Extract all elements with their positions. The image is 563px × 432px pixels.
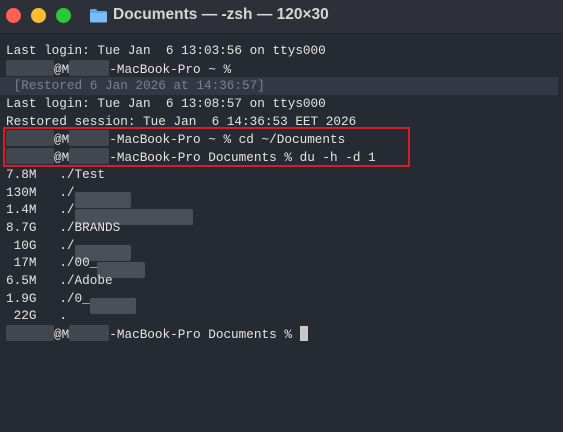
close-icon[interactable] bbox=[6, 8, 21, 23]
current-prompt-text: -MacBook-Pro Documents % bbox=[109, 327, 300, 342]
command-cd-line: @M -MacBook-Pro ~ % cd ~/Documents bbox=[6, 130, 558, 148]
command-du-text: -MacBook-Pro Documents % du -h -d 1 bbox=[109, 150, 376, 166]
redacted-username bbox=[6, 130, 54, 147]
du-row: 1.4M ./ bbox=[6, 201, 558, 226]
command-du-at: @M bbox=[54, 150, 70, 166]
du-path: ./00_ bbox=[59, 255, 98, 271]
du-size: 10G bbox=[6, 237, 37, 253]
du-row: 22G . bbox=[6, 307, 558, 325]
redacted-hostname bbox=[69, 130, 110, 147]
du-row: 17M ./00_ bbox=[6, 254, 558, 279]
current-prompt-line[interactable]: @M -MacBook-Pro Documents % bbox=[6, 325, 558, 343]
terminal-window: Documents — -zsh — 120×30 Last login: Tu… bbox=[0, 0, 563, 432]
du-path: ./ bbox=[59, 237, 75, 253]
du-row: 10G ./ bbox=[6, 237, 558, 261]
prompt-host: -MacBook-Pro ~ % bbox=[109, 61, 232, 77]
du-path: ./Test bbox=[59, 166, 105, 182]
du-path: ./0_ bbox=[59, 290, 90, 306]
last-login-line: Last login: Tue Jan 6 13:03:56 on ttys00… bbox=[6, 43, 326, 58]
redacted-hostname bbox=[69, 325, 110, 341]
window-title: Documents — -zsh — 120×30 bbox=[113, 6, 329, 23]
du-size: 22G bbox=[6, 308, 37, 324]
du-size: 6.5M bbox=[6, 272, 37, 288]
command-cd-at: @M bbox=[54, 132, 70, 148]
redacted-hostname bbox=[69, 59, 110, 76]
minimize-icon[interactable] bbox=[31, 8, 46, 23]
redacted-username bbox=[6, 148, 54, 165]
du-size: 1.4M bbox=[6, 202, 37, 218]
current-prompt-at: @M bbox=[54, 327, 70, 342]
du-path: ./ bbox=[59, 184, 75, 200]
du-size: 17M bbox=[6, 255, 37, 271]
title-bar: Documents — -zsh — 120×30 bbox=[0, 0, 563, 34]
command-du-line: @M -MacBook-Pro Documents % du -h -d 1 bbox=[6, 148, 558, 166]
du-size: 8.7G bbox=[6, 219, 37, 235]
du-row: 8.7G ./BRANDS bbox=[6, 219, 558, 237]
du-size: 7.8M bbox=[6, 166, 37, 182]
text-cursor bbox=[299, 326, 308, 341]
redacted-username bbox=[6, 59, 54, 76]
maximize-icon[interactable] bbox=[56, 8, 71, 23]
last-login-line-2: Last login: Tue Jan 6 13:08:57 on ttys00… bbox=[6, 96, 326, 112]
du-path: ./BRANDS bbox=[59, 219, 121, 235]
du-row: 6.5M ./Adobe bbox=[6, 272, 558, 290]
terminal-output[interactable]: Last login: Tue Jan 6 13:03:56 on ttys00… bbox=[0, 42, 558, 343]
du-row: 130M ./ bbox=[6, 184, 558, 208]
du-size: 1.9G bbox=[6, 290, 37, 306]
redacted-hostname bbox=[69, 148, 110, 165]
command-cd-text: -MacBook-Pro ~ % cd ~/Documents bbox=[109, 132, 346, 148]
du-row: 1.9G ./0_ bbox=[6, 290, 558, 314]
du-row: 7.8M ./Test bbox=[6, 166, 558, 184]
prompt-at: @M bbox=[54, 61, 70, 77]
du-path: ./Adobe bbox=[59, 272, 113, 288]
redacted-username bbox=[6, 325, 54, 341]
du-size: 130M bbox=[6, 184, 37, 200]
folder-icon bbox=[90, 9, 107, 23]
du-path: . bbox=[59, 308, 67, 324]
restored-session-line: Restored session: Tue Jan 6 14:36:53 EET… bbox=[6, 113, 357, 129]
prompt-line: @M -MacBook-Pro ~ % bbox=[6, 59, 558, 78]
restored-marker-line: [Restored 6 Jan 2026 at 14:36:57] bbox=[0, 77, 558, 96]
du-path: ./ bbox=[59, 202, 75, 218]
